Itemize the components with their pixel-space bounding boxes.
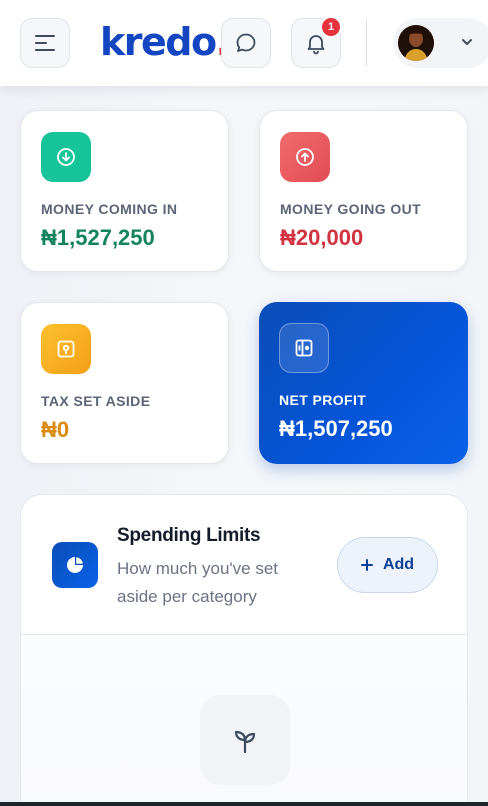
chevron-down-icon xyxy=(462,39,472,45)
top-header: kredo. 1 xyxy=(0,0,488,86)
money-going-out-label: MONEY GOING OUT xyxy=(280,201,422,217)
header-divider xyxy=(366,20,367,66)
menu-button[interactable] xyxy=(20,18,70,68)
logo-text: kredo xyxy=(100,20,217,64)
tax-set-aside-card[interactable]: TAX SET ASIDE ₦0 xyxy=(20,302,229,464)
spending-limits-subtitle: How much you've set aside per category xyxy=(117,559,279,606)
tax-set-aside-label: TAX SET ASIDE xyxy=(41,393,151,409)
money-coming-in-value: ₦1,527,250 xyxy=(41,225,155,250)
net-profit-value: ₦1,507,250 xyxy=(279,416,393,441)
profile-menu[interactable] xyxy=(393,18,488,68)
money-coming-in-card[interactable]: MONEY COMING IN ₦1,527,250 xyxy=(20,110,229,272)
menu-icon xyxy=(35,35,55,51)
spending-limits-title: Spending Limits xyxy=(117,525,261,546)
spending-limits-panel: Spending Limits How much you've set asid… xyxy=(20,494,468,806)
chat-bubble-icon xyxy=(236,33,256,52)
arrow-down-circle-icon xyxy=(41,132,91,182)
add-spending-limit-button[interactable]: Add xyxy=(337,537,438,593)
pie-chart-icon xyxy=(52,542,98,588)
plus-icon xyxy=(360,559,373,571)
vault-icon xyxy=(279,323,329,373)
bottom-edge xyxy=(0,802,488,806)
money-coming-in-label: MONEY COMING IN xyxy=(41,201,178,217)
money-going-out-value: ₦20,000 xyxy=(280,225,364,250)
kredo-logo[interactable]: kredo. xyxy=(100,20,230,64)
money-going-out-card[interactable]: MONEY GOING OUT ₦20,000 xyxy=(259,110,468,272)
safe-icon xyxy=(41,324,91,374)
notification-badge: 1 xyxy=(320,16,342,38)
add-button-label: Add xyxy=(382,556,415,573)
sprout-icon xyxy=(200,695,290,785)
spending-limits-header: Spending Limits How much you've set asid… xyxy=(21,495,467,634)
messages-button[interactable] xyxy=(221,18,271,68)
avatar xyxy=(398,25,434,61)
net-profit-card[interactable]: NET PROFIT ₦1,507,250 xyxy=(259,302,468,464)
net-profit-label: NET PROFIT xyxy=(279,392,367,408)
arrow-up-circle-icon xyxy=(280,132,330,182)
notifications-button[interactable]: 1 xyxy=(291,16,342,68)
tax-set-aside-value: ₦0 xyxy=(41,417,70,442)
spending-limits-empty-state xyxy=(21,635,467,806)
